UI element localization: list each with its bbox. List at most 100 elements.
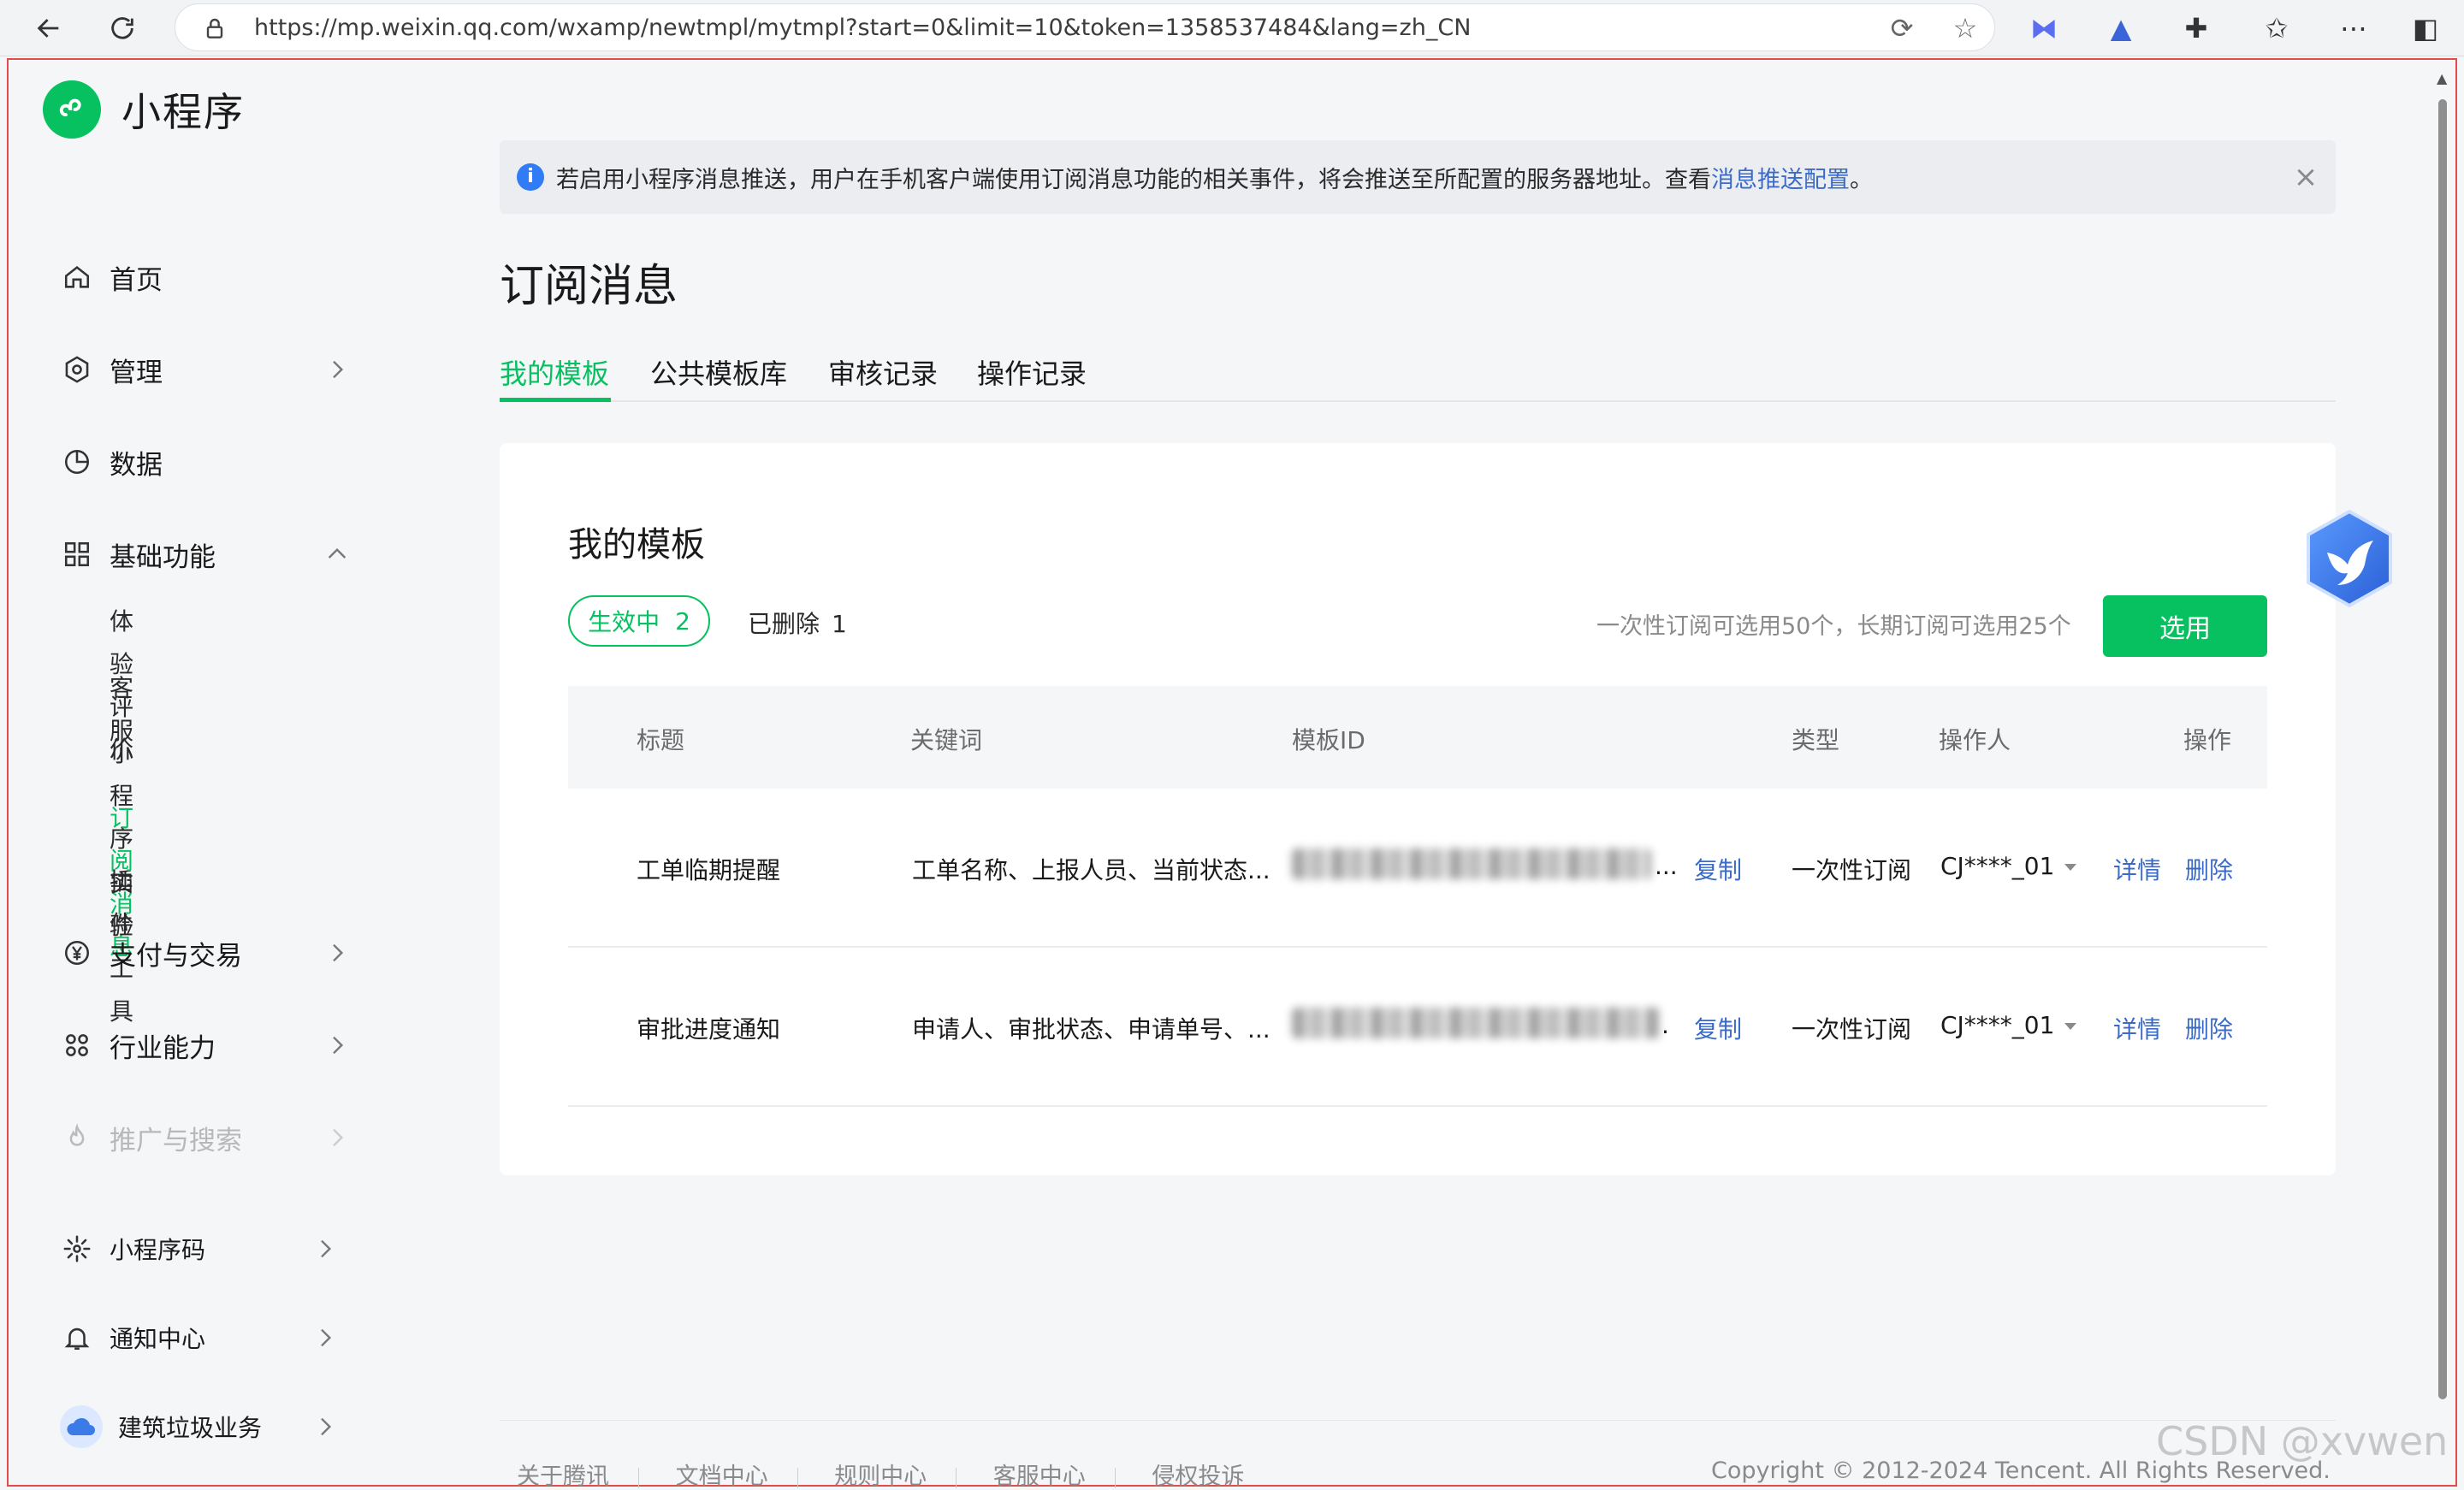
chevron-right-icon: [333, 943, 344, 962]
sidebar-item-notification[interactable]: 通知中心: [60, 1312, 339, 1363]
reload-button[interactable]: [99, 5, 145, 51]
table-row: 工单临期提醒 工单名称、上报人员、当前状态... ... 复制 一次性订阅 CJ…: [568, 789, 2267, 948]
detail-button[interactable]: 详情: [2113, 1011, 2161, 1045]
template-id-redacted: [1292, 848, 1651, 879]
back-button[interactable]: [26, 5, 72, 51]
industry-icon: [60, 1028, 94, 1062]
row-title: 工单临期提醒: [637, 856, 781, 884]
tab-review-records[interactable]: 审核记录: [828, 352, 938, 392]
favorite-star-icon[interactable]: ☆: [1950, 13, 1981, 44]
extension-bird-icon[interactable]: ⧓: [2026, 10, 2062, 46]
sidebar-item-industry[interactable]: 行业能力: [60, 1020, 351, 1071]
sidebar-item-manage[interactable]: 管理: [60, 344, 351, 395]
extension-drive-icon[interactable]: ▲: [2103, 10, 2139, 46]
sidebar-subitem-subscribe-message[interactable]: 订阅消息: [110, 797, 133, 961]
detail-button[interactable]: 详情: [2113, 852, 2161, 886]
operator-name: CJ****_01: [1940, 1011, 2055, 1039]
sidebar-item-qrcode[interactable]: 小程序码: [60, 1223, 339, 1274]
row-keywords: 工单名称、上报人员、当前状态...: [912, 856, 1270, 884]
sidebar-item-label: 行业能力: [110, 1032, 216, 1064]
sidebar-item-data[interactable]: 数据: [60, 436, 351, 488]
sidebar-toggle-icon[interactable]: ◧: [2408, 10, 2443, 46]
arrow-left-icon: [37, 19, 59, 38]
notice-text: 若启用小程序消息推送，用户在手机客户端使用订阅消息功能的相关事件，将会推送至所配…: [556, 166, 1711, 193]
row-type: 一次性订阅: [1792, 856, 1912, 884]
sun-code-icon: [60, 1232, 94, 1266]
table-header: 标题 关键词 模板ID 类型 操作人 操作: [568, 686, 2267, 789]
sidebar-item-label: 小程序码: [110, 1236, 206, 1264]
app-logo-text: 小程序: [121, 89, 245, 135]
delete-button[interactable]: 删除: [2185, 852, 2233, 886]
tab-operation-records[interactable]: 操作记录: [977, 352, 1087, 392]
column-template-id: 模板ID: [1292, 726, 1365, 754]
sidebar-item-label: 基础功能: [110, 541, 216, 573]
row-title: 审批进度通知: [637, 1015, 781, 1044]
yuan-icon: [60, 936, 94, 970]
sidebar-item-home[interactable]: 首页: [60, 251, 351, 303]
app-logo[interactable]: 小程序: [43, 80, 245, 139]
column-title: 标题: [637, 726, 685, 754]
refresh-reader-icon[interactable]: ⟳: [1886, 13, 1917, 44]
template-card: 我的模板 生效中 2 已删除 1 一次性订阅可选用50个，长期订阅可选用25个 选…: [500, 443, 2336, 1175]
row-operator[interactable]: CJ****_01: [1940, 852, 2077, 880]
copy-id-button[interactable]: 复制: [1694, 852, 1742, 886]
footer-link-support[interactable]: 客服中心: [993, 1463, 1086, 1490]
info-icon: i: [517, 163, 544, 191]
address-bar[interactable]: https://mp.weixin.qq.com/wxamp/newtmpl/m…: [175, 3, 1995, 51]
table-row: 审批进度通知 申请人、审批状态、申请单号、... . 复制 一次性订阅 CJ**…: [568, 948, 2267, 1107]
url-text: https://mp.weixin.qq.com/wxamp/newtmpl/m…: [254, 15, 1472, 41]
more-menu-icon[interactable]: ⋯: [2336, 10, 2372, 46]
column-operator: 操作人: [1939, 726, 2011, 754]
reload-icon: [111, 17, 133, 39]
delete-button[interactable]: 删除: [2185, 1011, 2233, 1045]
select-template-button[interactable]: 选用: [2103, 595, 2267, 657]
row-operator[interactable]: CJ****_01: [1940, 1011, 2077, 1039]
csdn-watermark: CSDN @xvwen: [2156, 1418, 2449, 1464]
filter-active-button[interactable]: 生效中 2: [568, 595, 710, 647]
sidebar-item-payment[interactable]: 支付与交易: [60, 927, 351, 979]
sidebar-item-basic-features[interactable]: 基础功能: [60, 529, 351, 580]
footer-links: 关于腾讯 文档中心 规则中心 客服中心 侵权投诉: [517, 1457, 1273, 1490]
sidebar-item-label: 首页: [110, 264, 163, 296]
tab-public-library[interactable]: 公共模板库: [650, 352, 787, 392]
footer-link-about[interactable]: 关于腾讯: [517, 1463, 609, 1490]
chevron-right-icon: [333, 1128, 344, 1147]
favorites-list-icon[interactable]: ✩: [2259, 10, 2295, 46]
tab-my-templates[interactable]: 我的模板: [500, 352, 609, 392]
floating-assistant-button[interactable]: [2301, 508, 2397, 609]
bird-hexagon-icon: [2307, 509, 2392, 608]
sidebar-item-label: 数据: [110, 449, 163, 481]
page-scrollbar[interactable]: ▲: [2435, 70, 2450, 1404]
manage-icon: [60, 352, 94, 387]
footer-link-rules[interactable]: 规则中心: [834, 1463, 927, 1490]
chevron-right-icon: [321, 1328, 332, 1347]
push-config-link[interactable]: 消息推送配置: [1711, 161, 1850, 194]
chevron-right-icon: [333, 1036, 344, 1055]
home-icon: [60, 260, 94, 294]
footer-link-docs[interactable]: 文档中心: [676, 1463, 768, 1490]
sidebar-subitem-review[interactable]: 体验评价: [110, 600, 133, 764]
template-id-ellipsis: ...: [1655, 852, 1678, 880]
sidebar-item-promotion[interactable]: 推广与搜索: [60, 1112, 351, 1163]
copy-id-button[interactable]: 复制: [1694, 1011, 1742, 1045]
sidebar-item-account[interactable]: 建筑垃圾业务: [60, 1401, 339, 1452]
filter-deleted-button[interactable]: 已删除 1: [748, 606, 847, 640]
sidebar-subitem-customer-service[interactable]: 客服: [110, 667, 133, 745]
grid-icon: [60, 537, 94, 571]
sidebar-subitem-lab-tools[interactable]: 实验工具: [110, 862, 133, 1026]
mini-program-logo-icon: [43, 80, 101, 139]
chevron-right-icon: [321, 1239, 332, 1258]
lock-icon: [206, 18, 223, 38]
column-actions: 操作: [2183, 726, 2232, 754]
close-icon[interactable]: ×: [2289, 161, 2322, 193]
filter-active-count: 2: [675, 606, 690, 636]
extensions-puzzle-icon[interactable]: ✚: [2178, 10, 2214, 46]
sidebar-item-label: 通知中心: [110, 1325, 206, 1353]
chart-pie-icon: [60, 445, 94, 479]
scroll-up-icon[interactable]: ▲: [2437, 70, 2447, 86]
footer-link-infringement[interactable]: 侵权投诉: [1152, 1463, 1244, 1490]
column-type: 类型: [1792, 726, 1840, 754]
sidebar-subitem-plugins[interactable]: 小程序插件: [110, 732, 133, 938]
row-keywords: 申请人、审批状态、申请单号、...: [912, 1015, 1270, 1044]
scrollbar-thumb[interactable]: [2438, 99, 2447, 1399]
